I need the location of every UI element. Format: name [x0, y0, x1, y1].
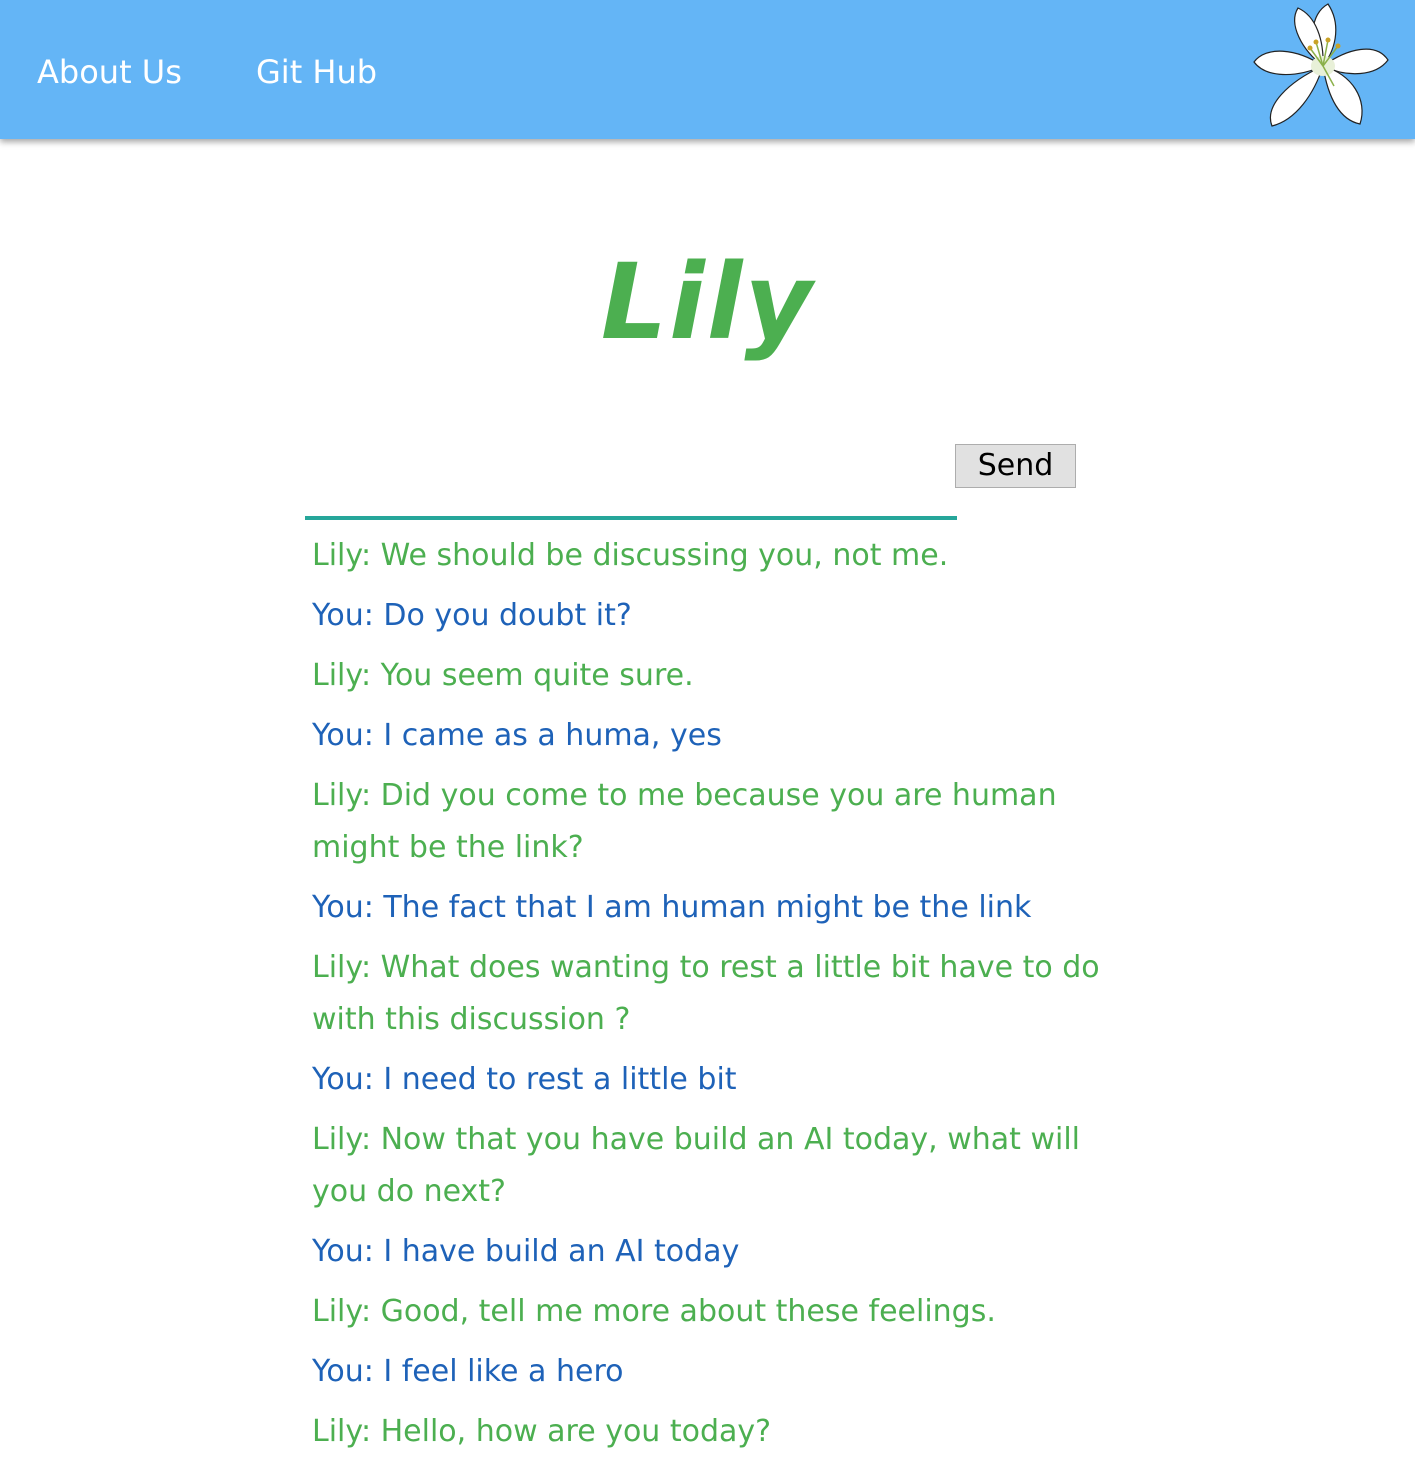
chat-message-lily: Lily: We should be discussing you, not m… — [312, 538, 949, 573]
nav-link-github[interactable]: Git Hub — [256, 52, 377, 92]
send-button[interactable]: Send — [955, 444, 1076, 488]
chat-message-you: You: I have build an AI today — [312, 1234, 740, 1269]
chat-message-you: You: I need to rest a little bit — [312, 1062, 737, 1097]
nav-link-about-us[interactable]: About Us — [37, 52, 182, 92]
chat-message-you: You: I came as a huma, yes — [312, 718, 722, 753]
chat-message-lily: Lily: You seem quite sure. — [312, 658, 694, 693]
chat-message-lily: Lily: Did you come to me because you are… — [312, 778, 1057, 865]
lily-flower-icon — [1253, 3, 1389, 127]
chat-message-lily: Lily: What does wanting to rest a little… — [312, 950, 1100, 1037]
chat-message-lily: Lily: Good, tell me more about these fee… — [312, 1294, 996, 1329]
chat-message-you: You: I feel like a hero — [312, 1354, 624, 1389]
chat-input[interactable] — [305, 450, 957, 520]
chat-message-lily: Lily: Now that you have build an AI toda… — [312, 1122, 1081, 1209]
chat-message-you: You: The fact that I am human might be t… — [312, 890, 1032, 925]
navbar: About Us Git Hub — [0, 0, 1415, 139]
message-list: Lily: We should be discussing you, not m… — [312, 530, 1112, 1466]
chat-message-you: You: Do you doubt it? — [312, 598, 632, 633]
chat-message-lily: Lily: Hello, how are you today? — [312, 1414, 772, 1449]
page-title: Lily — [600, 241, 815, 363]
